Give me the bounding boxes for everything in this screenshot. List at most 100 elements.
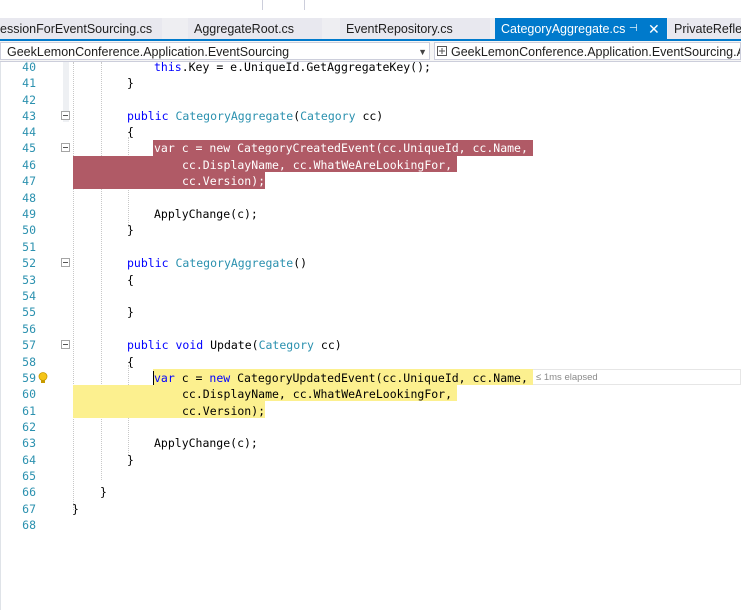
tab-label: EventRepository.cs [346, 22, 453, 36]
code-line: 63 ApplyChange(c); [0, 435, 741, 451]
line-number: 49 [22, 207, 36, 221]
line-number: 60 [22, 387, 36, 401]
line-number: 54 [22, 289, 36, 303]
code-line: 68 [0, 517, 741, 533]
code-text: this.Key = e.UniqueId.GetAggregateKey(); [154, 60, 431, 74]
code-fragment: .Key = e.UniqueId.GetAggregateKey(); [181, 60, 431, 74]
code-line: 64 } [0, 452, 741, 468]
line-number: 51 [22, 240, 36, 254]
line-number: 59 [22, 371, 36, 385]
code-text: } [127, 305, 134, 319]
code-text: ApplyChange(c); [154, 207, 258, 221]
code-line: 50 } [0, 222, 741, 238]
code-line: 43 public CategoryAggregate(Category cc) [0, 108, 741, 124]
code-line: 57 public void Update(Category cc) [0, 337, 741, 353]
code-line: 60 cc.DisplayName, cc.WhatWeAreLookingFo… [0, 386, 741, 402]
collapse-icon[interactable] [61, 340, 70, 349]
tab-label: AggregateRoot.cs [194, 22, 295, 36]
code-text: } [72, 502, 79, 516]
line-number: 65 [22, 469, 36, 483]
band-separator [262, 0, 263, 10]
lightbulb-icon[interactable] [38, 372, 48, 384]
tab-label: PrivateReflec [674, 22, 741, 36]
line-number: 40 [22, 60, 36, 74]
code-text: var c = new CategoryUpdatedEvent(cc.Uniq… [154, 371, 528, 385]
code-line: 44 { [0, 124, 741, 140]
code-line: 59 var c = new CategoryUpdatedEvent(cc.U… [0, 370, 741, 386]
code-text: cc.Version); [182, 174, 266, 188]
code-line: 51 [0, 239, 741, 255]
code-line: 58 { [0, 354, 741, 370]
line-number: 46 [22, 158, 36, 172]
code-line: 49 ApplyChange(c); [0, 206, 741, 222]
code-line: 67 } [0, 501, 741, 517]
line-number: 55 [22, 305, 36, 319]
code-text: cc.DisplayName, cc.WhatWeAreLookingFor, [182, 158, 453, 172]
line-number: 61 [22, 404, 36, 418]
code-line: 40 this.Key = e.UniqueId.GetAggregateKey… [0, 59, 741, 75]
line-number: 47 [22, 174, 36, 188]
line-number: 68 [22, 518, 36, 532]
code-line: 41 } [0, 75, 741, 91]
code-text: public CategoryAggregate(Category cc) [127, 109, 384, 123]
code-line: 62 [0, 419, 741, 435]
type-dropdown-label: GeekLemonConference.Application.EventSou… [451, 45, 741, 59]
code-text: public CategoryAggregate() [127, 256, 308, 270]
chevron-down-icon: ▼ [418, 47, 427, 57]
collapse-icon[interactable] [61, 258, 70, 267]
code-text: var c = new CategoryCreatedEvent(cc.Uniq… [154, 141, 528, 155]
code-line: 46 cc.DisplayName, cc.WhatWeAreLookingFo… [0, 157, 741, 173]
line-number: 41 [22, 76, 36, 90]
line-number: 50 [22, 223, 36, 237]
line-number: 57 [22, 338, 36, 352]
code-text: } [127, 223, 134, 237]
line-number: 56 [22, 322, 36, 336]
code-text: public void Update(Category cc) [127, 338, 342, 352]
collapse-icon[interactable] [61, 143, 70, 152]
project-dropdown-label: GeekLemonConference.Application.EventSou… [7, 45, 290, 59]
pin-icon[interactable]: ⊣ [629, 18, 638, 40]
tab-category-aggregate[interactable]: CategoryAggregate.cs ⊣ ✕ [495, 18, 667, 40]
code-line: 52 public CategoryAggregate() [0, 255, 741, 271]
code-line: 42 [0, 92, 741, 108]
line-number: 53 [22, 273, 36, 287]
code-text: { [127, 273, 134, 287]
code-editor[interactable]: 40 this.Key = e.UniqueId.GetAggregateKey… [0, 59, 741, 610]
line-number: 66 [22, 485, 36, 499]
tab-private-reflection[interactable]: PrivateReflec [668, 18, 741, 40]
code-line: 65 [0, 468, 741, 484]
band-separator [304, 0, 305, 10]
line-number: 58 [22, 355, 36, 369]
line-number: 44 [22, 125, 36, 139]
line-number: 42 [22, 93, 36, 107]
line-number: 64 [22, 453, 36, 467]
close-icon[interactable]: ✕ [648, 18, 660, 40]
tab-label: CategoryAggregate.cs [501, 22, 626, 36]
line-number: 45 [22, 141, 36, 155]
code-line: 53 { [0, 272, 741, 288]
code-line: 66 } [0, 484, 741, 500]
line-number: 62 [22, 420, 36, 434]
code-line: 54 [0, 288, 741, 304]
namespace-icon [437, 46, 447, 56]
perf-tip[interactable]: ≤ 1ms elapsed [536, 370, 598, 386]
code-text: } [127, 76, 134, 90]
type-dropdown[interactable]: GeekLemonConference.Application.EventSou… [434, 42, 741, 60]
collapse-icon[interactable] [61, 111, 70, 120]
code-text: } [100, 485, 107, 499]
code-line: 48 [0, 190, 741, 206]
tab-aggregate-root[interactable]: AggregateRoot.cs [188, 18, 322, 40]
line-number: 63 [22, 436, 36, 450]
tab-event-repository[interactable]: EventRepository.cs [340, 18, 490, 40]
line-number: 43 [22, 109, 36, 123]
code-text: cc.Version); [182, 404, 266, 418]
document-tab-bar: essionForEventSourcing.cs AggregateRoot.… [0, 0, 741, 41]
code-line: 47 cc.Version); [0, 173, 741, 189]
code-text: { [127, 125, 134, 139]
line-number: 52 [22, 256, 36, 270]
project-dropdown[interactable]: GeekLemonConference.Application.EventSou… [0, 42, 430, 60]
code-text: ApplyChange(c); [154, 436, 258, 450]
text-caret [153, 371, 154, 385]
tab-session-for-event-sourcing[interactable]: essionForEventSourcing.cs [0, 18, 162, 40]
code-line: 55 } [0, 304, 741, 320]
